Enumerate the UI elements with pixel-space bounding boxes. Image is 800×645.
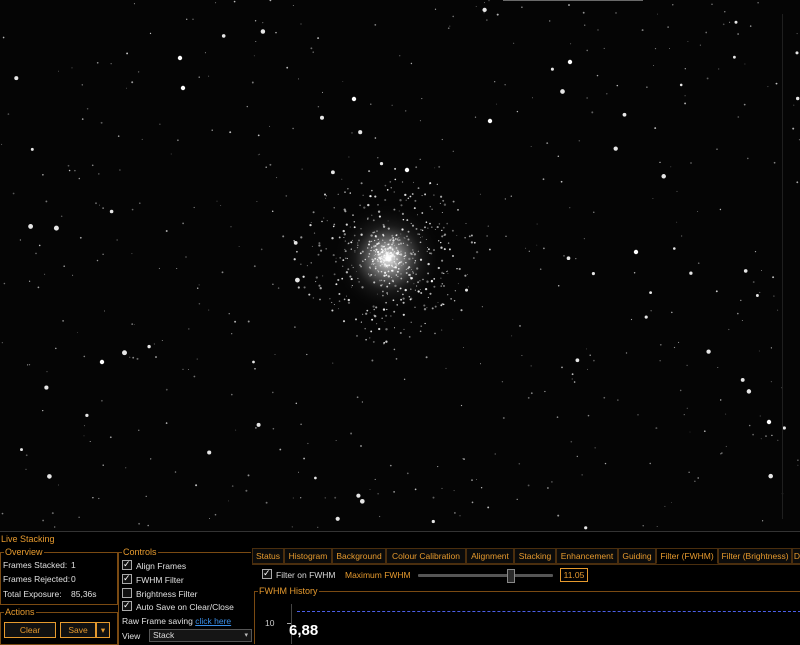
- overview-title: Overview: [4, 547, 44, 557]
- frames-stacked-label: Frames Stacked:: [3, 560, 68, 570]
- maximum-fwhm-slider-handle[interactable]: [506, 569, 515, 583]
- frames-stacked-row: Frames Stacked: 1: [3, 560, 76, 571]
- tab-histogram[interactable]: Histogram: [284, 548, 332, 564]
- align-frames-option[interactable]: Align Frames: [122, 558, 187, 572]
- view-select-value: Stack: [153, 630, 175, 640]
- tab-divider: [252, 564, 800, 565]
- chevron-down-icon: ▾: [100, 625, 106, 635]
- fwhm-filter-checkbox[interactable]: [122, 572, 132, 584]
- star-field: [1, 0, 800, 530]
- live-stacking-panel: Live Stacking Overview Frames Stacked: 1…: [0, 531, 800, 645]
- maximum-fwhm-value[interactable]: 11.05: [560, 568, 588, 582]
- raw-frame-saving-link[interactable]: click here: [195, 616, 231, 626]
- chevron-down-icon: ▾: [244, 632, 248, 639]
- fwhm-history-title: FWHM History: [258, 586, 319, 596]
- tab-guiding[interactable]: Guiding: [618, 548, 656, 564]
- tab-filter-brightness[interactable]: Filter (Brightness): [718, 548, 792, 564]
- raw-frame-saving-label: Raw Frame saving: [122, 616, 193, 626]
- filter-on-fwhm-label: Filter on FWHM: [276, 570, 336, 580]
- filter-on-fwhm-option[interactable]: Filter on FWHM: [262, 567, 336, 581]
- maximum-fwhm-slider[interactable]: [418, 574, 553, 577]
- tab-overflow[interactable]: D: [792, 548, 800, 564]
- view-select[interactable]: Stack ▾: [149, 629, 252, 642]
- align-frames-checkbox[interactable]: [122, 558, 132, 570]
- controls-title: Controls: [122, 547, 158, 557]
- save-button[interactable]: Save: [60, 622, 96, 638]
- frames-rejected-value: 0: [71, 574, 76, 584]
- image-top-scrollbar: [503, 0, 643, 1]
- frames-stacked-value: 1: [71, 560, 76, 570]
- panel-title: Live Stacking: [1, 534, 55, 544]
- total-exposure-row: Total Exposure: 85,36s: [3, 589, 97, 600]
- total-exposure-label: Total Exposure:: [3, 589, 62, 599]
- brightness-filter-checkbox[interactable]: [122, 588, 132, 598]
- actions-group: Actions Clear Save ▾: [0, 607, 118, 645]
- fwhm-history-group: FWHM History 10 6,88: [254, 586, 800, 644]
- fwhm-filter-option[interactable]: FWHM Filter: [122, 572, 184, 586]
- auto-save-option[interactable]: Auto Save on Clear/Close: [122, 599, 234, 613]
- auto-save-checkbox[interactable]: [122, 599, 132, 611]
- maximum-fwhm-label: Maximum FWHM: [345, 570, 411, 580]
- actions-title: Actions: [4, 607, 36, 617]
- brightness-filter-label: Brightness Filter: [136, 589, 198, 599]
- fwhm-filter-row: Filter on FWHM Maximum FWHM 11.05: [258, 567, 798, 583]
- align-frames-label: Align Frames: [136, 561, 187, 571]
- view-label: View: [122, 631, 141, 641]
- fwhm-filter-label: FWHM Filter: [136, 575, 184, 585]
- image-edge: [782, 14, 783, 519]
- clear-button[interactable]: Clear: [4, 622, 56, 638]
- controls-group: Controls Align Frames FWHM Filter Bright…: [118, 547, 252, 645]
- brightness-filter-option[interactable]: Brightness Filter: [122, 588, 197, 600]
- filter-on-fwhm-checkbox[interactable]: [262, 567, 272, 579]
- tab-colour-calibration[interactable]: Colour Calibration: [386, 548, 466, 564]
- frames-rejected-label: Frames Rejected:: [3, 574, 71, 584]
- fwhm-history-y-tick: 10: [265, 618, 275, 628]
- stacked-image-view[interactable]: [0, 0, 800, 531]
- auto-save-label: Auto Save on Clear/Close: [136, 602, 234, 612]
- raw-frame-saving-row: Raw Frame saving click here: [122, 615, 231, 627]
- view-row: View Stack ▾: [122, 629, 252, 642]
- current-fwhm-value: 6,88: [289, 622, 319, 639]
- tab-status[interactable]: Status: [252, 548, 284, 564]
- frames-rejected-row: Frames Rejected: 0: [3, 574, 76, 585]
- tab-bar: Status Histogram Background Colour Calib…: [252, 548, 800, 564]
- tab-enhancement[interactable]: Enhancement: [556, 548, 618, 564]
- total-exposure-value: 85,36s: [71, 589, 97, 599]
- tab-filter-fwhm[interactable]: Filter (FWHM): [656, 548, 718, 564]
- save-dropdown-button[interactable]: ▾: [96, 622, 110, 638]
- overview-group: Overview Frames Stacked: 1 Frames Reject…: [0, 547, 118, 605]
- tab-stacking[interactable]: Stacking: [514, 548, 556, 564]
- tab-alignment[interactable]: Alignment: [466, 548, 514, 564]
- fwhm-threshold-line: [297, 611, 800, 612]
- tab-background[interactable]: Background: [332, 548, 386, 564]
